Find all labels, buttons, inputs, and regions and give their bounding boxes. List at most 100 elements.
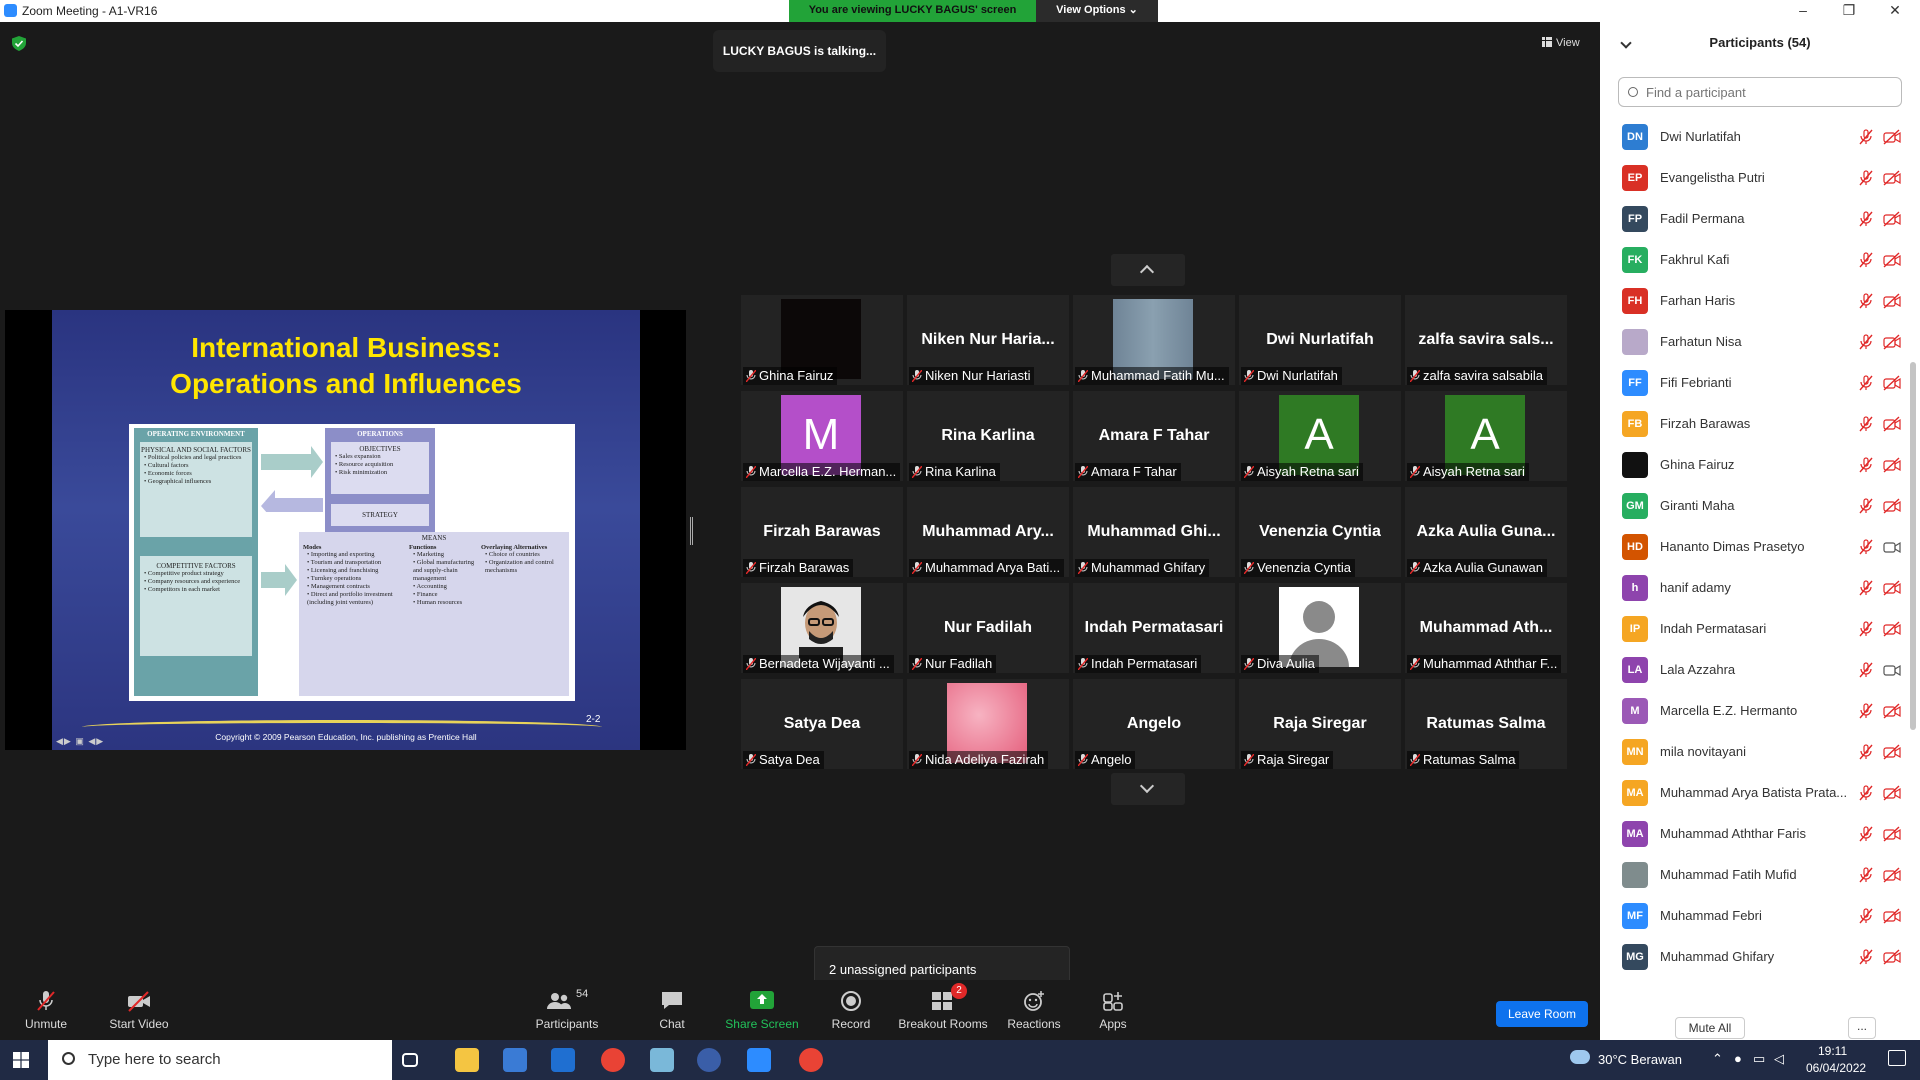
store-icon[interactable] [503, 1048, 527, 1072]
video-tile[interactable]: Satya Dea Satya Dea [741, 679, 903, 769]
share-screen-button[interactable]: Share Screen [722, 980, 802, 1040]
participant-row[interactable]: Farhatun Nisa [1600, 322, 1910, 363]
video-tile[interactable]: Firzah Barawas Firzah Barawas [741, 487, 903, 577]
start-video-button[interactable]: Start Video [103, 980, 175, 1040]
video-tile[interactable]: Azka Aulia Guna... Azka Aulia Gunawan [1405, 487, 1567, 577]
video-tile[interactable]: Nur Fadilah Nur Fadilah [907, 583, 1069, 673]
participant-name: Dwi Nurlatifah [1660, 129, 1741, 144]
participant-row[interactable]: HD Hananto Dimas Prasetyo [1600, 527, 1910, 568]
unmute-button[interactable]: Unmute [15, 980, 77, 1040]
participant-row[interactable]: M Marcella E.Z. Hermanto [1600, 691, 1910, 732]
minimize-button[interactable]: – [1780, 0, 1826, 22]
close-button[interactable]: ✕ [1872, 0, 1918, 22]
video-tile[interactable]: Muhammad Ary... Muhammad Arya Bati... [907, 487, 1069, 577]
video-tile[interactable]: Niken Nur Haria... Niken Nur Hariasti [907, 295, 1069, 385]
muted-mic-icon [912, 466, 922, 478]
taskbar-search-box[interactable]: Type here to search [48, 1040, 392, 1080]
video-tile[interactable]: Venenzia Cyntia Venenzia Cyntia [1239, 487, 1401, 577]
volume-icon[interactable]: ◁ [1774, 1051, 1784, 1067]
video-tile[interactable]: Amara F Tahar Amara F Tahar [1073, 391, 1235, 481]
chrome-profile-icon[interactable] [799, 1048, 823, 1072]
microphone-tray-icon[interactable]: ● [1734, 1051, 1742, 1066]
tile-caption-name: Rina Karlina [925, 464, 996, 479]
participant-row[interactable]: MG Muhammad Ghifary [1600, 937, 1910, 978]
mail-icon[interactable] [551, 1048, 575, 1072]
viewing-screen-banner: You are viewing LUCKY BAGUS' screen [789, 0, 1036, 22]
more-options-button[interactable]: ... [1848, 1017, 1876, 1039]
participant-row[interactable]: EP Evangelistha Putri [1600, 158, 1910, 199]
participant-row[interactable]: FP Fadil Permana [1600, 199, 1910, 240]
clock-time[interactable]: 19:11 [1818, 1044, 1847, 1058]
restore-button[interactable]: ❐ [1826, 0, 1872, 22]
video-tile[interactable]: Angelo Angelo [1073, 679, 1235, 769]
reactions-button[interactable]: Reactions [1006, 980, 1062, 1040]
view-layout-button[interactable]: View [1534, 31, 1594, 55]
gallery-next-page-button[interactable] [1111, 773, 1185, 805]
teamviewer-icon[interactable] [697, 1048, 721, 1072]
video-tile[interactable]: Ghina Fairuz [741, 295, 903, 385]
video-tile[interactable]: Muhammad Ath... Muhammad Aththar F... [1405, 583, 1567, 673]
participant-row[interactable]: h hanif adamy [1600, 568, 1910, 609]
participant-row[interactable]: FF Fifi Febrianti [1600, 363, 1910, 404]
figure-list-item: Tourism and transportation [307, 559, 399, 567]
participant-row[interactable]: FH Farhan Haris [1600, 281, 1910, 322]
gallery-prev-page-button[interactable] [1111, 254, 1185, 286]
notifications-icon[interactable] [1888, 1050, 1906, 1066]
participant-row[interactable]: MF Muhammad Febri [1600, 896, 1910, 937]
video-tile[interactable]: Muhammad Fatih Mu... [1073, 295, 1235, 385]
tray-overflow-icon[interactable]: ⌃ [1712, 1051, 1723, 1067]
participant-avatar: MA [1622, 821, 1648, 847]
file-explorer-icon[interactable] [455, 1048, 479, 1072]
task-view-icon[interactable] [402, 1053, 418, 1067]
mute-all-button[interactable]: Mute All [1675, 1017, 1745, 1039]
participant-row[interactable]: MA Muhammad Aththar Faris [1600, 814, 1910, 855]
video-tile[interactable]: Bernadeta Wijayanti ... [741, 583, 903, 673]
notepad-icon[interactable] [650, 1048, 674, 1072]
video-tile[interactable]: A Aisyah Retna sari [1239, 391, 1401, 481]
participant-row[interactable]: MN mila novitayani [1600, 732, 1910, 773]
slide-navigation-controls[interactable]: ◀▶ ▣ ◀▶ [56, 736, 104, 747]
network-icon[interactable]: ▭ [1753, 1051, 1765, 1067]
participant-list-scrollbar[interactable] [1910, 362, 1916, 730]
video-tile[interactable]: M Marcella E.Z. Herman... [741, 391, 903, 481]
participant-row[interactable]: GM Giranti Maha [1600, 486, 1910, 527]
participant-row[interactable]: FK Fakhrul Kafi [1600, 240, 1910, 281]
participant-row[interactable]: Ghina Fairuz [1600, 445, 1910, 486]
video-tile[interactable]: A Aisyah Retna sari [1405, 391, 1567, 481]
participant-row[interactable]: IP Indah Permatasari [1600, 609, 1910, 650]
video-tile[interactable]: zalfa savira sals... zalfa savira salsabi… [1405, 295, 1567, 385]
participant-row[interactable]: DN Dwi Nurlatifah [1600, 117, 1910, 158]
chat-button[interactable]: Chat [652, 980, 692, 1040]
windows-start-icon[interactable] [13, 1052, 29, 1068]
apps-button[interactable]: Apps [1097, 980, 1129, 1040]
view-options-button[interactable]: View Options ⌄ [1036, 0, 1158, 22]
figure-list-item: Risk minimization [335, 469, 429, 477]
tile-caption: Satya Dea [743, 751, 824, 769]
breakout-rooms-button[interactable]: 2 Breakout Rooms [896, 980, 990, 1040]
video-tile[interactable]: Ratumas Salma Ratumas Salma [1405, 679, 1567, 769]
weather-text[interactable]: 30°C Berawan [1598, 1052, 1682, 1067]
objectives-box: OBJECTIVES Sales expansionResource acqui… [331, 442, 429, 494]
zoom-taskbar-icon[interactable] [747, 1048, 771, 1072]
clock-date[interactable]: 06/04/2022 [1806, 1061, 1866, 1075]
video-tile[interactable]: Dwi Nurlatifah Dwi Nurlatifah [1239, 295, 1401, 385]
video-tile[interactable]: Rina Karlina Rina Karlina [907, 391, 1069, 481]
participant-row[interactable]: LA Lala Azzahra [1600, 650, 1910, 691]
muted-mic-icon [912, 370, 922, 382]
participant-row[interactable]: MA Muhammad Arya Batista Prata... [1600, 773, 1910, 814]
figure-list-item: Turnkey operations [307, 575, 399, 583]
split-view-handle[interactable] [690, 517, 693, 545]
video-tile[interactable]: Muhammad Ghi... Muhammad Ghifary [1073, 487, 1235, 577]
record-button[interactable]: Record [826, 980, 876, 1040]
participant-row[interactable]: Muhammad Fatih Mufid [1600, 855, 1910, 896]
chrome-icon[interactable] [601, 1048, 625, 1072]
operating-environment-box: OPERATING ENVIRONMENT PHYSICAL AND SOCIA… [134, 428, 258, 696]
video-tile[interactable]: Diva Aulia [1239, 583, 1401, 673]
video-tile[interactable]: Raja Siregar Raja Siregar [1239, 679, 1401, 769]
find-participant-input[interactable] [1618, 77, 1902, 107]
participant-row[interactable]: FB Firzah Barawas [1600, 404, 1910, 445]
leave-room-button[interactable]: Leave Room [1496, 1001, 1588, 1027]
participants-button[interactable]: 54 Participants [534, 980, 600, 1040]
video-tile[interactable]: Indah Permatasari Indah Permatasari [1073, 583, 1235, 673]
video-tile[interactable]: Nida Adeliya Fazirah [907, 679, 1069, 769]
